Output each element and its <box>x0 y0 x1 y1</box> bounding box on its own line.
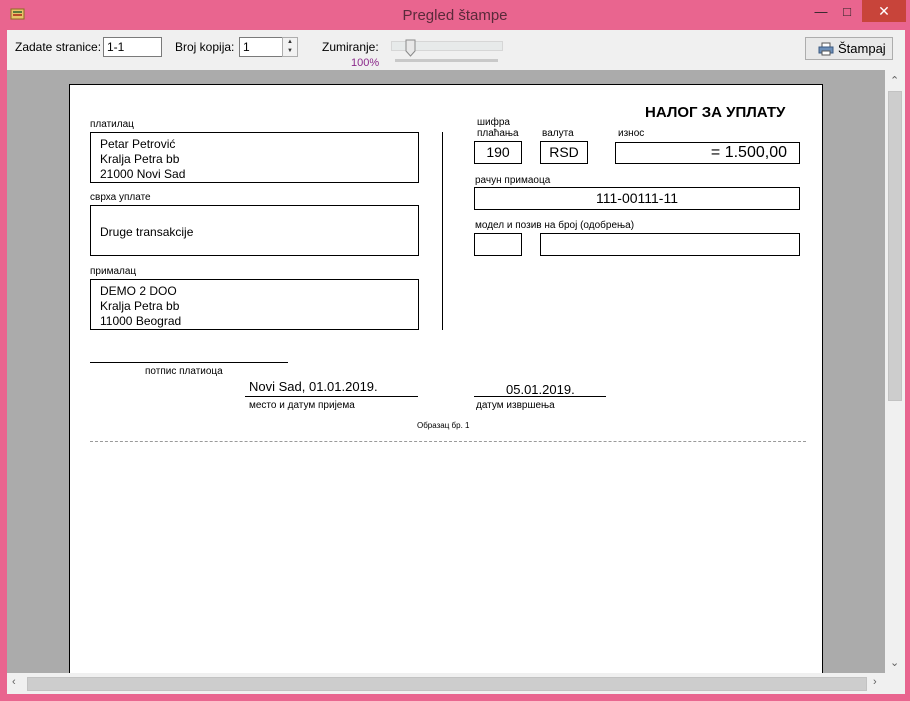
currency-box: RSD <box>540 141 588 164</box>
title-bar: Pregled štampe — □ ✕ <box>0 0 910 30</box>
copies-stepper[interactable]: ▲ ▼ <box>282 37 298 57</box>
payment-code-box: 190 <box>474 141 522 164</box>
purpose-value: Druge transakcije <box>100 225 194 239</box>
exec-date-value: 05.01.2019. <box>506 382 575 397</box>
zoom-value: 100% <box>351 57 380 69</box>
vertical-divider <box>442 132 443 330</box>
scroll-left-icon[interactable]: ‹ <box>12 676 16 688</box>
print-button[interactable]: Štampaj <box>805 37 893 60</box>
model-box <box>474 233 522 256</box>
pages-input[interactable] <box>103 37 162 57</box>
cut-line <box>90 441 806 442</box>
zoom-label: Zumiranje: <box>322 40 379 54</box>
payer-line: Petar Petrović <box>100 137 176 151</box>
exec-date-line <box>474 396 606 397</box>
recipient-line: Kralja Petra bb <box>100 299 180 313</box>
signature-label: потпис платиоца <box>145 366 223 377</box>
scrollbar-corner <box>885 673 905 694</box>
purpose-label: сврха уплате <box>90 192 151 203</box>
print-page: НАЛОГ ЗА УПЛАТУ платилац Petar Petrović … <box>69 84 823 675</box>
place-date-label: место и датум пријема <box>249 400 355 411</box>
currency-label: валута <box>542 128 574 139</box>
preview-area[interactable]: НАЛОГ ЗА УПЛАТУ платилац Petar Petrović … <box>7 70 905 694</box>
payer-box: Petar Petrović Kralja Petra bb 21000 Nov… <box>90 132 419 183</box>
maximize-button[interactable]: □ <box>834 2 860 22</box>
recipient-label: прималац <box>90 266 137 277</box>
recipient-line: 11000 Beograd <box>100 314 182 328</box>
minimize-button[interactable]: — <box>808 2 834 22</box>
vertical-scroll-thumb[interactable] <box>888 91 902 401</box>
stepper-up-icon[interactable]: ▲ <box>283 38 297 47</box>
toolbar: Zadate stranice: Broj kopija: ▲ ▼ Zumira… <box>7 30 905 70</box>
place-date-value: Novi Sad, 01.01.2019. <box>249 379 378 394</box>
zoom-slider-base <box>395 59 498 62</box>
payer-label: платилац <box>90 119 134 130</box>
recipient-line: DEMO 2 DOO <box>100 284 177 298</box>
reference-number-box <box>540 233 800 256</box>
signature-line <box>90 362 288 363</box>
zoom-slider-thumb[interactable] <box>405 39 416 57</box>
account-label: рачун примаоца <box>475 175 551 186</box>
purpose-box: Druge transakcije <box>90 205 419 256</box>
horizontal-scrollbar[interactable]: ‹ › <box>7 673 885 694</box>
horizontal-scroll-thumb[interactable] <box>27 677 867 691</box>
stepper-down-icon[interactable]: ▼ <box>283 47 297 56</box>
window-title: Pregled štampe <box>402 7 508 24</box>
account-box: 111-00111-11 <box>474 187 800 210</box>
place-date-line <box>245 396 418 397</box>
amount-label: износ <box>618 128 645 139</box>
form-number: Образац бр. 1 <box>417 421 470 430</box>
scroll-up-icon[interactable]: ⌃ <box>890 74 899 87</box>
payer-line: Kralja Petra bb <box>100 152 180 166</box>
payer-line: 21000 Novi Sad <box>100 167 186 181</box>
payment-code-label: шифра <box>477 117 510 128</box>
payment-code-label-2: плаћања <box>477 128 519 139</box>
vertical-scrollbar[interactable]: ⌃ ⌄ <box>885 70 905 673</box>
copies-label: Broj kopija: <box>175 40 235 54</box>
exec-date-label: датум извршења <box>476 400 555 411</box>
model-label: модел и позив на број (одобрења) <box>475 220 635 231</box>
close-button[interactable]: ✕ <box>862 0 906 22</box>
print-button-label: Štampaj <box>838 41 886 56</box>
scroll-right-icon[interactable]: › <box>873 676 877 688</box>
amount-box: = 1.500,00 <box>615 142 800 164</box>
pages-label: Zadate stranice: <box>15 40 102 54</box>
form-title: НАЛОГ ЗА УПЛАТУ <box>645 104 786 121</box>
scroll-down-icon[interactable]: ⌄ <box>890 656 899 669</box>
copies-input[interactable] <box>239 37 283 57</box>
recipient-box: DEMO 2 DOO Kralja Petra bb 11000 Beograd <box>90 279 419 330</box>
printer-icon <box>818 42 834 56</box>
